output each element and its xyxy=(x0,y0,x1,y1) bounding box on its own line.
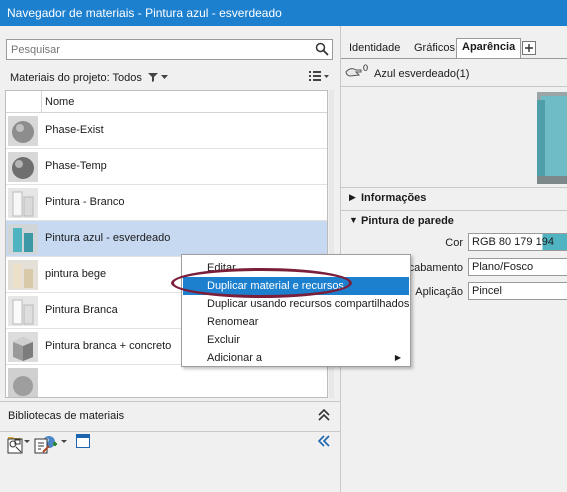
material-thumbnail xyxy=(8,152,38,182)
menu-item-duplicar-material[interactable]: Duplicar material e recursos xyxy=(183,277,409,295)
window-title: Navegador de materiais - Pintura azul - … xyxy=(0,0,567,26)
material-thumbnail xyxy=(8,368,38,397)
color-swatch-field[interactable]: RGB 80 179 194 xyxy=(468,233,567,251)
material-name: pintura bege xyxy=(45,268,107,280)
collapse-icon[interactable]: ▼ xyxy=(349,215,358,225)
list-header[interactable]: Nome xyxy=(6,91,327,113)
menu-item-editar[interactable]: Editar xyxy=(183,259,409,277)
submenu-arrow-icon: ▶ xyxy=(394,353,401,362)
section-informacoes[interactable]: ▶ Informações xyxy=(341,187,567,207)
asset-bar: 0 Azul esverdeado(1) xyxy=(341,59,567,87)
material-thumbnail xyxy=(8,332,38,362)
acabamento-select[interactable]: Plano/Fosco xyxy=(468,258,567,276)
material-thumbnail xyxy=(8,116,38,146)
menu-item-adicionar-label: Adicionar a xyxy=(207,352,263,364)
tab-bar: Identidade Gráficos Aparência xyxy=(341,38,567,58)
edit-icon[interactable] xyxy=(34,438,50,454)
filter-label[interactable]: Materiais do projeto: Todos xyxy=(10,72,168,84)
material-name: Pintura - Branco xyxy=(45,196,125,208)
tab-identidade[interactable]: Identidade xyxy=(344,40,405,58)
menu-item-excluir[interactable]: Excluir xyxy=(183,331,409,349)
asset-user-count: 0 xyxy=(363,63,369,73)
menu-item-adicionar-a[interactable]: Adicionar a ▶ xyxy=(183,349,409,367)
menu-item-renomear[interactable]: Renomear xyxy=(183,313,409,331)
material-thumbnail xyxy=(8,188,38,218)
section-pintura-label: Pintura de parede xyxy=(361,215,454,227)
tab-aparencia[interactable]: Aparência xyxy=(456,38,522,58)
list-item[interactable]: Phase-Exist xyxy=(6,113,327,149)
expand-icon[interactable]: ▶ xyxy=(349,192,356,203)
search-input[interactable] xyxy=(7,40,307,59)
render-icon[interactable] xyxy=(7,438,23,454)
material-name: Pintura branca + concreto xyxy=(45,340,172,352)
context-menu: Editar Duplicar material e recursos Dupl… xyxy=(181,254,411,367)
list-item[interactable]: Phase-Temp xyxy=(6,149,327,185)
list-item[interactable] xyxy=(6,365,327,397)
prop-cor: Cor RGB 80 179 194 xyxy=(341,232,567,254)
filter-row: Materiais do projeto: Todos xyxy=(0,66,340,88)
prop-cor-label: Cor xyxy=(445,237,463,249)
prop-aplicacao-label: Aplicação xyxy=(415,286,463,298)
material-preview xyxy=(537,92,567,184)
filter-icon[interactable] xyxy=(147,72,158,82)
material-thumbnail xyxy=(8,224,38,254)
column-separator xyxy=(41,91,42,113)
add-tab-icon[interactable] xyxy=(522,41,536,55)
list-item[interactable]: Pintura - Branco xyxy=(6,185,327,221)
search-icon[interactable] xyxy=(315,42,329,59)
libraries-label: Bibliotecas de materiais xyxy=(8,410,125,422)
column-header-name[interactable]: Nome xyxy=(45,96,74,108)
search-box[interactable] xyxy=(6,39,333,60)
hand-icon xyxy=(345,68,362,77)
material-name: Phase-Exist xyxy=(45,124,104,136)
list-item-selected[interactable]: Pintura azul - esverdeado xyxy=(6,221,327,257)
material-name: Phase-Temp xyxy=(45,160,107,172)
material-thumbnail xyxy=(8,260,38,290)
section-informacoes-label: Informações xyxy=(361,192,427,204)
list-view-icon[interactable] xyxy=(308,69,330,86)
material-name: Pintura azul - esverdeado xyxy=(45,232,171,244)
section-pintura-de-parede[interactable]: ▼ Pintura de parede xyxy=(341,210,567,230)
libraries-bar[interactable]: Bibliotecas de materiais xyxy=(0,401,340,428)
material-thumbnail xyxy=(8,296,38,326)
tab-graficos[interactable]: Gráficos xyxy=(409,40,460,58)
chevron-down-icon[interactable] xyxy=(161,75,168,80)
collapse-up-icon[interactable] xyxy=(318,409,330,421)
filter-text: Materiais do projeto: Todos xyxy=(10,72,142,84)
asset-name: Azul esverdeado(1) xyxy=(374,68,470,80)
aplicacao-select[interactable]: Pincel xyxy=(468,282,567,300)
menu-item-duplicar-compartilhados[interactable]: Duplicar usando recursos compartilhados xyxy=(183,295,409,313)
material-name: Pintura Branca xyxy=(45,304,118,316)
